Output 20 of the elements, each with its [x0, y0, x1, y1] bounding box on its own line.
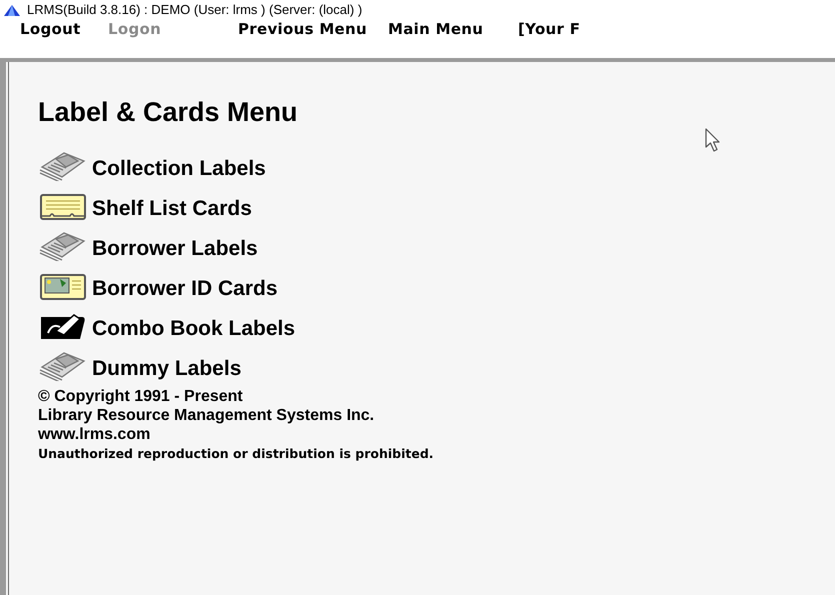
menu-item[interactable]: Previous Menu — [238, 18, 388, 40]
menu-link[interactable]: Combo Book Labels — [92, 318, 296, 338]
website-text: www.lrms.com — [38, 424, 152, 444]
book-label-icon — [38, 312, 86, 340]
app-logo-icon — [3, 3, 21, 17]
menu-link[interactable]: Shelf List Cards — [92, 198, 252, 218]
menu-item[interactable]: [Your F — [518, 18, 598, 40]
menu-link[interactable]: Dummy Labels — [92, 358, 242, 378]
page-heading: Label & Cards Menu — [38, 96, 299, 129]
legal-notice: Unauthorized reproduction or distribution is prohibited. — [38, 444, 435, 462]
id-card-icon — [38, 272, 86, 300]
company-name: Library Resource Management Systems Inc. — [38, 406, 376, 424]
copyright-text: © Copyright 1991 - Present — [38, 386, 244, 406]
menu-link[interactable]: Borrower ID Cards — [92, 278, 278, 298]
menu-item[interactable]: Logout — [20, 18, 108, 40]
card-icon — [38, 192, 86, 220]
menu-link[interactable]: Collection Labels — [92, 158, 266, 178]
menu-item[interactable]: Main Menu — [388, 18, 518, 40]
menu-link[interactable]: Borrower Labels — [92, 238, 258, 258]
window-title: LRMS(Build 3.8.16) : DEMO (User: lrms ) (Server: (local) ) — [27, 1, 362, 20]
